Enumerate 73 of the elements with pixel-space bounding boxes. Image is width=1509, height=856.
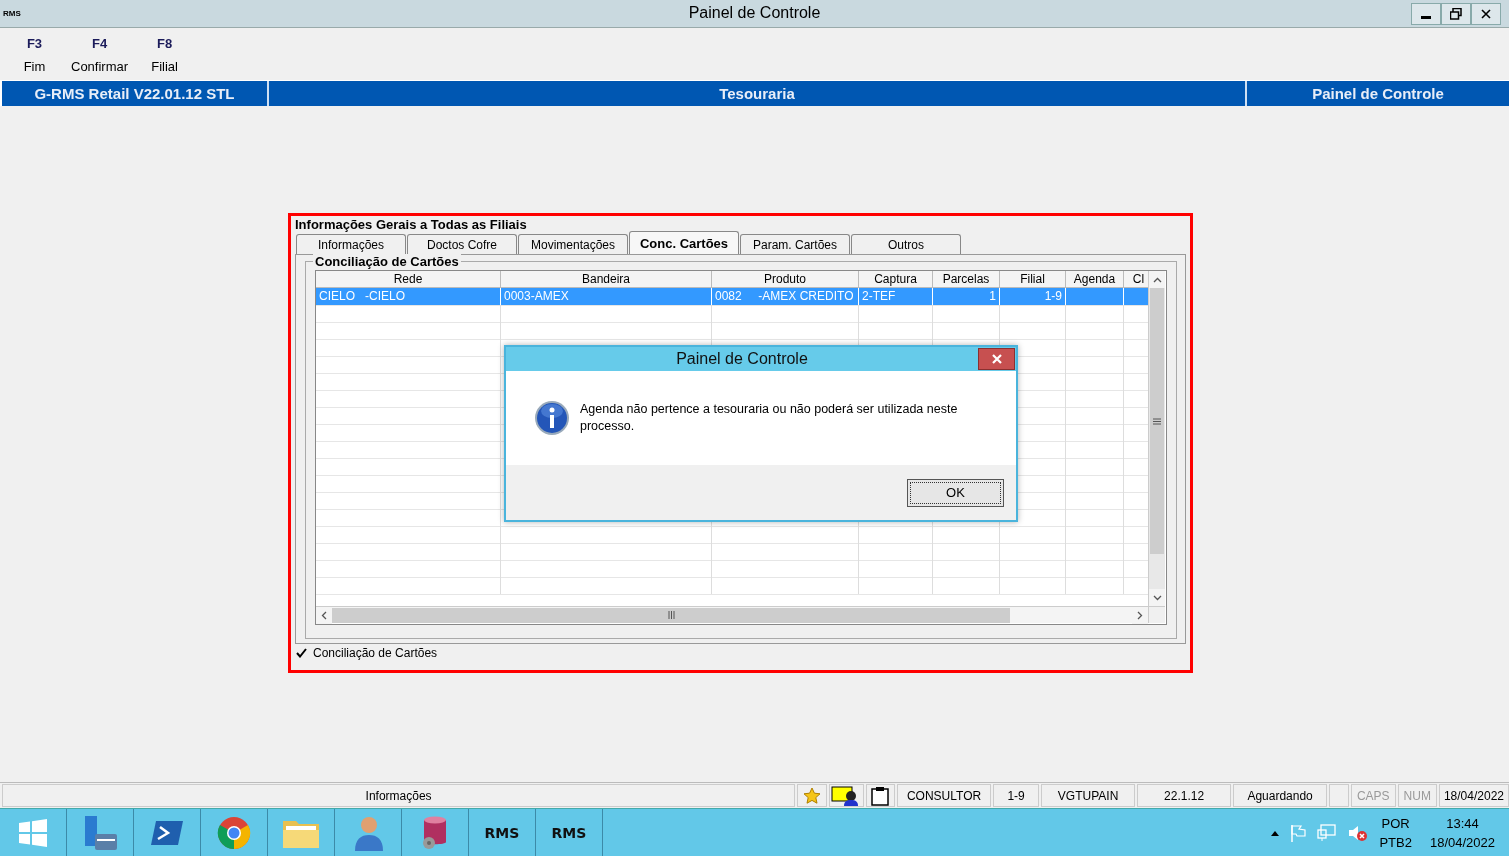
tab[interactable]: Param. Cartões: [740, 234, 850, 254]
scroll-thumb[interactable]: [1150, 288, 1164, 554]
chevron-up-icon: [1152, 276, 1162, 283]
column-header[interactable]: Agenda: [1066, 271, 1124, 288]
dialog-title: Painel de Controle: [675, 350, 809, 368]
close-button[interactable]: [1471, 2, 1501, 25]
status-field: Aguardando: [1233, 784, 1328, 807]
chevron-left-icon: [321, 610, 327, 620]
table-cell: 0003-AMEX: [504, 289, 569, 303]
table-cell: 2-TEF: [862, 289, 896, 303]
minimize-button[interactable]: [1411, 2, 1441, 25]
check-icon: [295, 648, 307, 658]
status-field: CONSULTOR: [897, 784, 992, 807]
toolbar-button[interactable]: F3 Fim: [14, 28, 55, 80]
rms-logo: RMS: [551, 825, 587, 841]
table-cell: 1: [989, 289, 996, 303]
info-icon: [534, 400, 570, 436]
close-icon: [1481, 8, 1491, 19]
column-header[interactable]: Captura: [859, 271, 933, 288]
taskbar-clock[interactable]: 13:44 18/04/2022: [1429, 814, 1495, 852]
ok-button[interactable]: OK: [907, 478, 1004, 507]
app-icon: RMS: [3, 9, 21, 18]
column-header[interactable]: Bandeira: [501, 271, 712, 288]
table-cell: CIELO -CIELO: [319, 289, 406, 303]
column-header[interactable]: Cl: [1124, 271, 1148, 288]
terminal-icon: [150, 819, 184, 847]
rms-logo: RMS: [484, 825, 520, 841]
muted-speaker-icon[interactable]: [1347, 824, 1370, 842]
clipboard-icon[interactable]: [871, 785, 890, 806]
table-cell: 1-9: [1044, 289, 1062, 303]
browser-icon: [217, 816, 251, 850]
toolbar-button[interactable]: F8 Filial: [144, 28, 186, 80]
dialog-message: Agenda não pertence a tesouraria ou não poderá ser utilizada neste processo.: [580, 401, 959, 435]
scroll-thumb[interactable]: [332, 607, 1010, 623]
close-button[interactable]: [978, 348, 1015, 370]
status-info: Informações: [2, 784, 796, 807]
restore-button[interactable]: [1441, 2, 1471, 25]
tab[interactable]: Conc. Cartões: [629, 231, 739, 254]
column-header[interactable]: Rede: [316, 271, 501, 288]
windows-icon: [18, 818, 48, 848]
screen-title: Painel de Controle: [1311, 84, 1445, 104]
panel-title: Informações Gerais a Todas as Filiais: [295, 217, 527, 232]
close-icon: [991, 354, 1002, 364]
status-field: VGTUPAIN: [1041, 784, 1136, 807]
status-field: [1329, 784, 1349, 807]
taskbar-button[interactable]: RMS: [536, 809, 603, 856]
restore-icon: [1450, 7, 1462, 20]
key-indicator: CAPS: [1350, 784, 1396, 807]
chevron-right-icon: [1137, 610, 1143, 620]
tab[interactable]: Outros: [851, 234, 961, 254]
key-indicator: NUM: [1397, 784, 1437, 807]
language-indicator[interactable]: POR PTB2: [1379, 814, 1412, 852]
tab[interactable]: Doctos Cofre: [407, 234, 517, 254]
table-cell: 0082 -AMEX CREDITO: [715, 289, 854, 303]
star-icon[interactable]: [802, 786, 821, 805]
toolbar-button[interactable]: F4 Confirmar: [65, 28, 135, 80]
scroll-up-button[interactable]: [1149, 271, 1165, 288]
status-field: 22.1.12: [1137, 784, 1232, 807]
checkbox[interactable]: Conciliação de Cartões: [295, 646, 438, 660]
column-header[interactable]: Parcelas: [933, 271, 1000, 288]
tab[interactable]: Informações: [296, 234, 406, 254]
column-header[interactable]: Produto: [712, 271, 859, 288]
group-title: Conciliação de Cartões: [313, 254, 461, 269]
window-title: Painel de Controle: [688, 4, 821, 22]
status-date: 18/04/2022: [1438, 784, 1509, 807]
scroll-down-button[interactable]: [1149, 589, 1165, 606]
chevron-down-icon: [1152, 594, 1162, 601]
minimize-icon: [1421, 15, 1431, 19]
status-field: 1-9: [993, 784, 1040, 807]
column-header[interactable]: Filial: [1000, 271, 1066, 288]
caret-icon[interactable]: [1271, 830, 1280, 836]
tab[interactable]: Movimentações: [518, 234, 628, 254]
taskbar-button[interactable]: RMS: [469, 809, 536, 856]
